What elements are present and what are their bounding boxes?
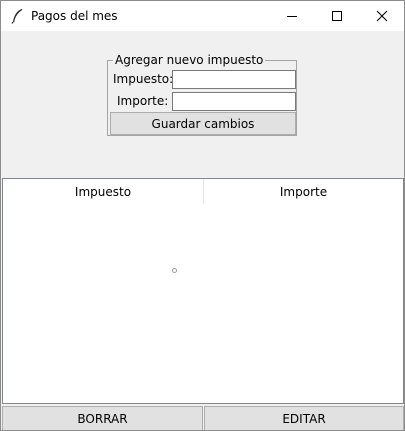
minimize-button[interactable]: [269, 1, 314, 31]
app-window: Pagos del mes Agregar nuevo impuesto Imp…: [0, 0, 405, 431]
close-button[interactable]: [359, 1, 404, 31]
edit-button[interactable]: EDITAR: [204, 406, 404, 430]
impuesto-input[interactable]: [172, 70, 296, 89]
close-icon: [376, 10, 387, 22]
window-title: Pagos del mes: [31, 9, 118, 23]
impuesto-label: Impuesto:: [113, 72, 174, 86]
title-bar[interactable]: Pagos del mes: [1, 1, 404, 31]
column-header-impuesto[interactable]: Impuesto: [3, 179, 203, 204]
importe-input[interactable]: [172, 92, 296, 111]
feather-icon: [11, 9, 23, 24]
delete-button[interactable]: BORRAR: [2, 406, 203, 430]
add-tax-group-label: Agregar nuevo impuesto: [115, 53, 264, 67]
save-button[interactable]: Guardar cambios: [110, 112, 296, 135]
maximize-button[interactable]: [314, 1, 359, 31]
maximize-icon: [331, 11, 342, 21]
mouse-cursor-icon: [172, 268, 177, 273]
minimize-icon: [286, 16, 297, 17]
importe-label: Importe:: [117, 94, 169, 108]
column-header-importe[interactable]: Importe: [204, 179, 403, 204]
tax-table[interactable]: Impuesto Importe: [2, 178, 404, 404]
table-header: Impuesto Importe: [3, 179, 403, 204]
